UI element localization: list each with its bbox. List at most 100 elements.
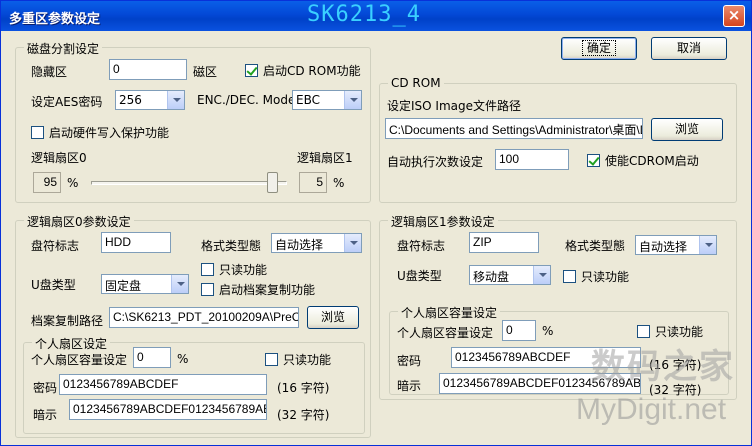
chevron-down-icon[interactable] bbox=[344, 234, 361, 252]
sector0-udisk-label: U盘类型 bbox=[31, 278, 76, 292]
cancel-button[interactable]: 取消 bbox=[651, 37, 727, 60]
sector0-hint-hint: (32 字符) bbox=[277, 408, 330, 422]
sector0-readonly-check-icon bbox=[201, 263, 214, 276]
dialog-window: 多重区参数设定 SK6213_4 × 磁盘分割设定 隐藏区 0 磁区 启动CD … bbox=[0, 0, 752, 446]
close-icon: × bbox=[727, 6, 741, 24]
sector1-capacity-percent: % bbox=[542, 324, 554, 338]
iso-path-input[interactable]: C:\Documents and Settings\Administrator\… bbox=[385, 118, 643, 139]
archive-copy-checkbox[interactable]: 启动档案复制功能 bbox=[201, 281, 315, 297]
sector0-personal-readonly-label: 只读功能 bbox=[283, 353, 332, 367]
cdrom-legend: CD ROM bbox=[388, 76, 444, 90]
watermark-cn: 数码之家 bbox=[591, 347, 735, 387]
cdrom-enable-checkbox[interactable]: 启动CD ROM功能 bbox=[245, 62, 361, 78]
sector0-personal-legend: 个人扇区设定 bbox=[32, 335, 111, 352]
sector1-format-label: 格式类型態 bbox=[565, 239, 626, 253]
cdrom-enable-label: 启动CD ROM功能 bbox=[263, 64, 361, 78]
cdrom-enable-check-icon bbox=[245, 64, 258, 77]
chevron-down-icon[interactable] bbox=[167, 91, 184, 109]
sector1-hint-label: 暗示 bbox=[397, 379, 422, 393]
hw-protect-check-icon bbox=[31, 126, 44, 139]
copy-path-label: 档案复制路径 bbox=[31, 314, 104, 328]
logical0-percent: % bbox=[67, 176, 79, 190]
chevron-down-icon[interactable] bbox=[171, 275, 188, 293]
sector1-format-select[interactable]: 自动选择 bbox=[635, 235, 717, 255]
sector0-password-label: 密码 bbox=[33, 381, 58, 395]
hw-protect-checkbox[interactable]: 启动硬件写入保护功能 bbox=[31, 124, 169, 140]
sector1-readonly-check-icon bbox=[563, 270, 576, 283]
watermark-en: MyDigit.net bbox=[576, 393, 727, 426]
sector0-readonly-label: 只读功能 bbox=[219, 263, 268, 277]
title-bar[interactable]: 多重区参数设定 SK6213_4 × bbox=[1, 1, 751, 31]
chevron-down-icon[interactable] bbox=[699, 236, 716, 254]
enc-mode-value: EBC bbox=[296, 93, 320, 107]
sector0-format-label: 格式类型態 bbox=[201, 239, 262, 253]
sector1-drive-label: 盘符标志 bbox=[397, 239, 446, 253]
hidden-area-input[interactable]: 0 bbox=[109, 59, 187, 80]
sector0-drive-label: 盘符标志 bbox=[31, 239, 80, 253]
logical0-value: 95 bbox=[33, 172, 61, 193]
archive-copy-check-icon bbox=[201, 283, 214, 296]
sector1-readonly-checkbox[interactable]: 只读功能 bbox=[563, 268, 629, 284]
aes-select[interactable]: 256 bbox=[115, 90, 185, 110]
copy-path-input[interactable]: C:\SK6213_PDT_20100209A\PreCopy bbox=[109, 307, 299, 328]
aes-label: 设定AES密码 bbox=[31, 95, 103, 109]
sector1-udisk-value: 移动盘 bbox=[473, 270, 510, 284]
logical1-value: 5 bbox=[299, 172, 327, 193]
hidden-area-label: 隐藏区 bbox=[31, 65, 68, 79]
sector0-capacity-label: 个人扇区容量设定 bbox=[31, 353, 128, 367]
sector0-personal-readonly-check-icon bbox=[265, 353, 278, 366]
sector0-capacity-input[interactable]: 0 bbox=[133, 347, 171, 368]
sector1-personal-readonly-check-icon bbox=[637, 325, 650, 338]
sector1-personal-legend: 个人扇区容量设定 bbox=[398, 304, 501, 321]
sector0-password-hint: (16 字符) bbox=[277, 381, 330, 395]
sector0-format-value: 自动选择 bbox=[275, 238, 324, 252]
autorun-label: 自动执行次数设定 bbox=[387, 155, 484, 169]
sector1-personal-readonly-checkbox[interactable]: 只读功能 bbox=[637, 323, 703, 339]
logical1-percent: % bbox=[333, 176, 345, 190]
sector0-udisk-value: 固定盘 bbox=[105, 279, 142, 293]
sector0-format-select[interactable]: 自动选择 bbox=[271, 233, 362, 253]
iso-path-label: 设定ISO Image文件路径 bbox=[387, 99, 521, 113]
sector1-password-label: 密码 bbox=[397, 354, 422, 368]
cdrom-boot-check-icon bbox=[587, 154, 600, 167]
sector1-capacity-input[interactable]: 0 bbox=[502, 320, 536, 341]
window-title: 多重区参数设定 bbox=[9, 12, 101, 27]
sector1-drive-input[interactable]: ZIP bbox=[469, 232, 539, 253]
enc-mode-select[interactable]: EBC bbox=[292, 90, 362, 110]
sector0-readonly-checkbox[interactable]: 只读功能 bbox=[201, 261, 267, 277]
sector1-personal-readonly-label: 只读功能 bbox=[655, 325, 704, 339]
cdrom-boot-checkbox[interactable]: 使能CDROM启动 bbox=[587, 152, 699, 168]
sector0-legend: 逻辑扇区0参数设定 bbox=[24, 213, 134, 230]
hidden-area-unit: 磁区 bbox=[193, 65, 218, 79]
sector0-capacity-percent: % bbox=[177, 352, 189, 366]
sector0-hint-label: 暗示 bbox=[33, 408, 58, 422]
close-button[interactable]: × bbox=[723, 5, 745, 27]
archive-copy-label: 启动档案复制功能 bbox=[219, 283, 316, 297]
sector1-readonly-label: 只读功能 bbox=[581, 270, 630, 284]
autorun-input[interactable]: 100 bbox=[495, 149, 569, 170]
logical1-label: 逻辑扇区1 bbox=[297, 151, 353, 165]
sector0-udisk-select[interactable]: 固定盘 bbox=[101, 274, 189, 294]
partition-slider-track[interactable] bbox=[91, 181, 287, 185]
sector0-password-input[interactable]: 0123456789ABCDEF bbox=[59, 374, 267, 395]
sector1-udisk-label: U盘类型 bbox=[397, 269, 442, 283]
chevron-down-icon[interactable] bbox=[533, 266, 550, 284]
sector0-personal-readonly-checkbox[interactable]: 只读功能 bbox=[265, 351, 331, 367]
sector1-legend: 逻辑扇区1参数设定 bbox=[388, 213, 498, 230]
sector1-udisk-select[interactable]: 移动盘 bbox=[469, 265, 551, 285]
partition-slider-thumb[interactable] bbox=[266, 172, 278, 193]
sector0-hint-input[interactable]: 0123456789ABCDEF0123456789ABCDEF bbox=[69, 399, 267, 420]
cdrom-boot-label: 使能CDROM启动 bbox=[605, 154, 699, 168]
model-label: SK6213_4 bbox=[307, 2, 421, 27]
sector0-drive-input[interactable]: HDD bbox=[101, 232, 171, 253]
enc-mode-label: ENC./DEC. Mode: bbox=[197, 93, 300, 107]
chevron-down-icon[interactable] bbox=[344, 91, 361, 109]
sector1-format-value: 自动选择 bbox=[639, 240, 688, 254]
aes-value: 256 bbox=[119, 93, 142, 107]
iso-browse-button[interactable]: 浏览 bbox=[651, 118, 723, 141]
sector1-capacity-label: 个人扇区容量设定 bbox=[397, 326, 494, 340]
ok-button[interactable]: 确定 bbox=[561, 37, 637, 60]
copy-path-browse-button[interactable]: 浏览 bbox=[307, 306, 359, 329]
ok-button-label: 确定 bbox=[581, 40, 617, 56]
logical0-label: 逻辑扇区0 bbox=[31, 151, 87, 165]
